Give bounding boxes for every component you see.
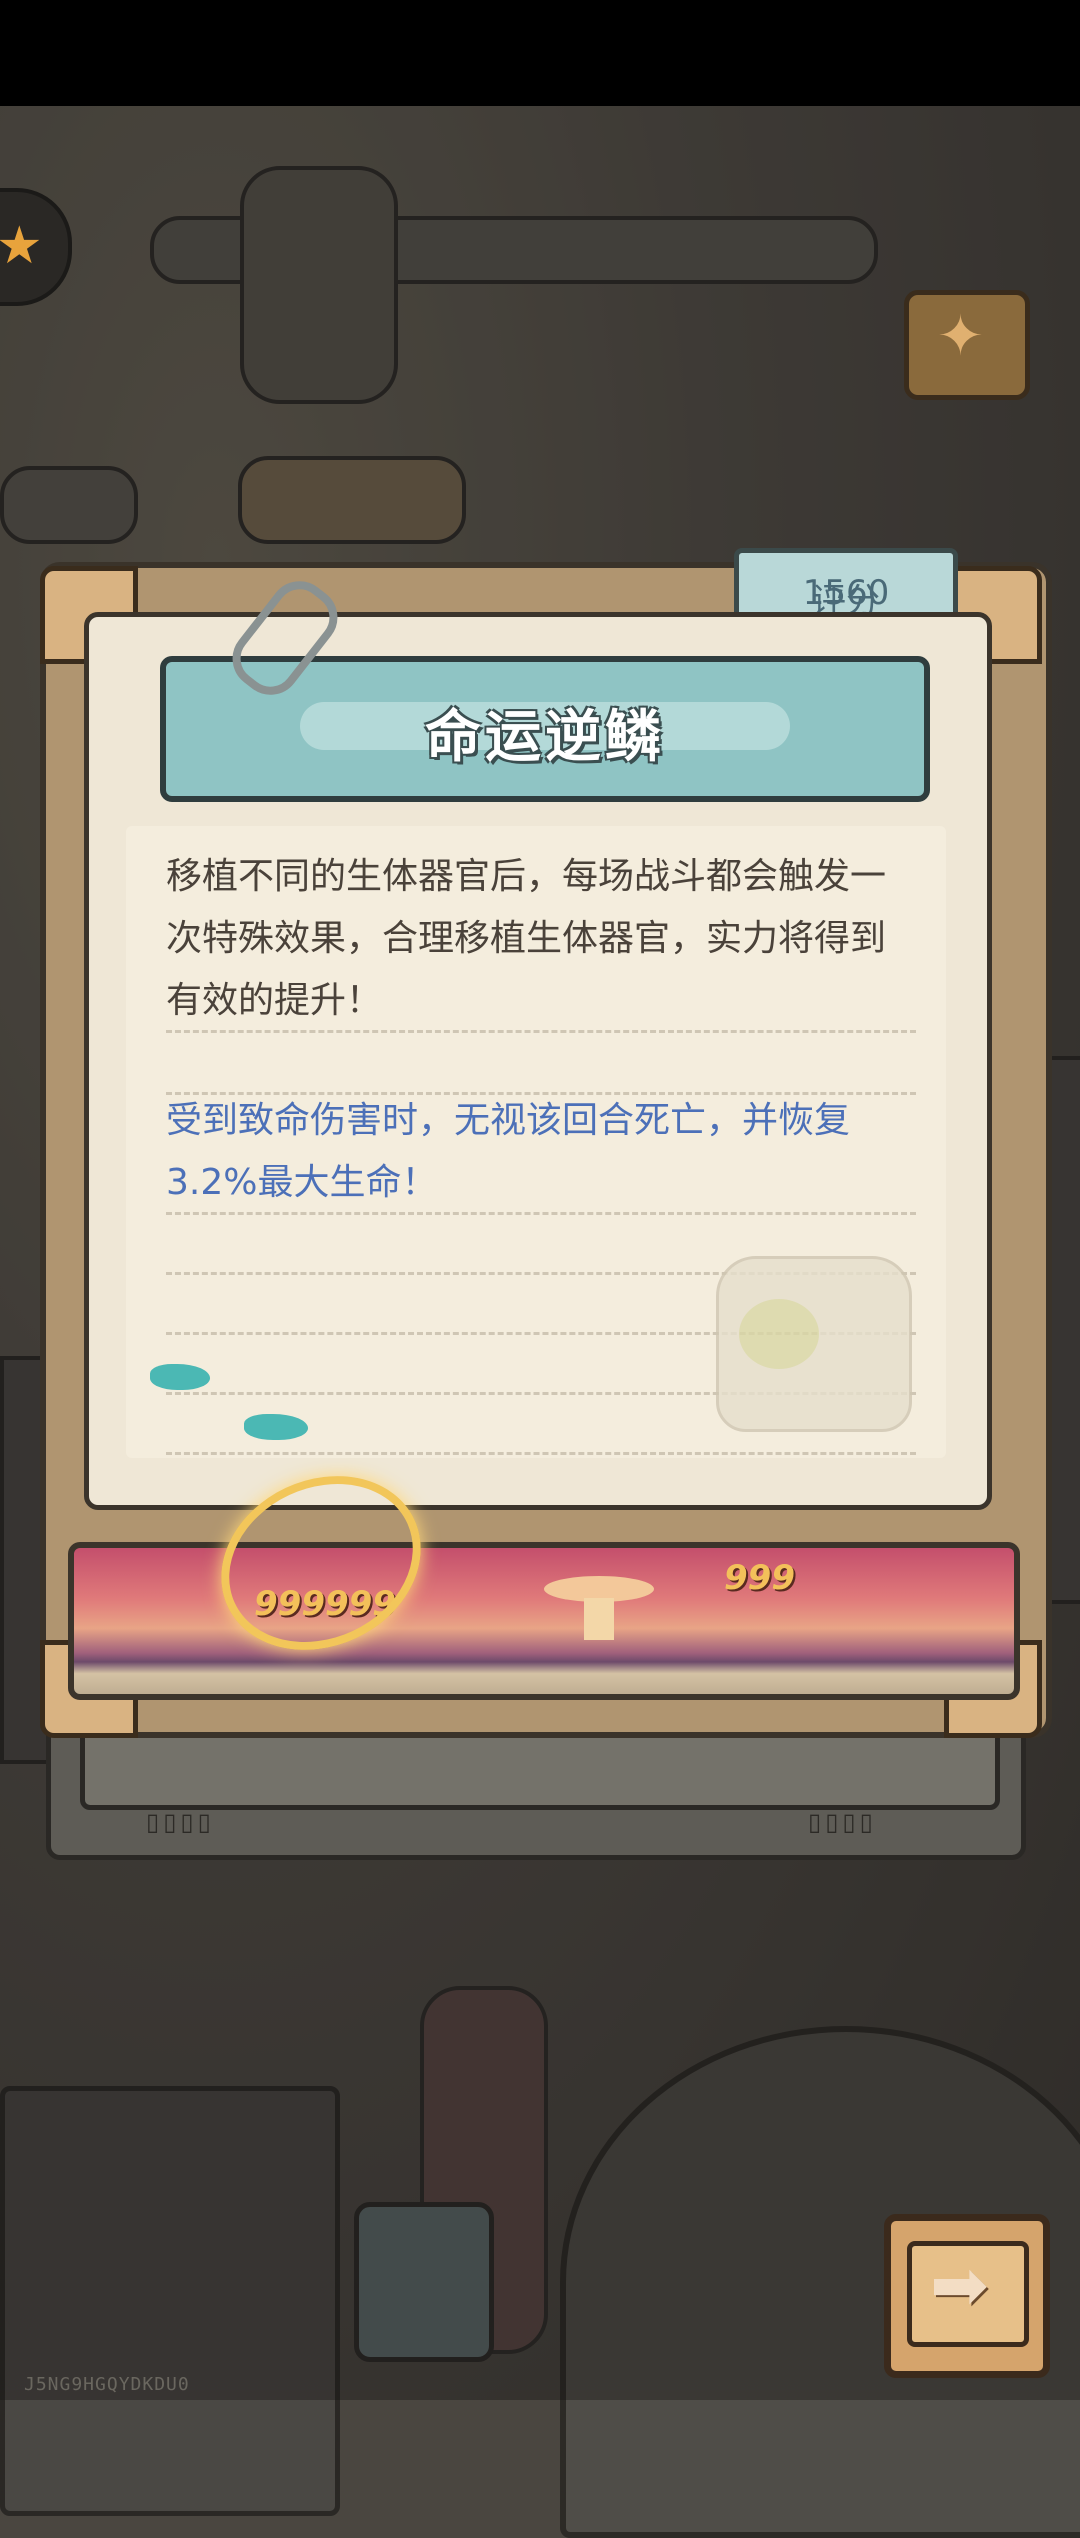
- battle-preview-banner: 999999 999: [68, 1542, 1020, 1700]
- next-button[interactable]: ➡: [884, 2214, 1050, 2378]
- explosion-stem: [584, 1598, 614, 1640]
- party-button[interactable]: ✦: [904, 290, 1030, 400]
- description-line: 次特殊效果，合理移植生体器官，实力将得到: [166, 918, 887, 959]
- effect-line: 受到致命伤害时，无视该回合死亡，并恢复: [166, 1100, 851, 1141]
- card-effect: 受到致命伤害时，无视该回合死亡，并恢复 3.2%最大生命！: [166, 1090, 926, 1214]
- organ-blob: [739, 1299, 819, 1369]
- card-slot-indicator: ▯▯▯▯: [808, 1808, 877, 1836]
- organ-jar-icon: [716, 1256, 912, 1432]
- arrow-right-icon: ➡: [930, 2244, 989, 2326]
- ruled-line: [166, 1452, 916, 1455]
- damage-number-right: 999: [724, 1558, 795, 1598]
- effect-line: 3.2%最大生命！: [166, 1162, 438, 1203]
- party-popper-icon: ✦: [937, 304, 984, 369]
- card-slot-indicator: ▯▯▯▯: [146, 1808, 215, 1836]
- star-icon: ★: [0, 216, 43, 276]
- slime-splat: [244, 1414, 308, 1440]
- slime-splat: [150, 1364, 210, 1390]
- score-value: 1560: [802, 573, 890, 613]
- card-title: 命运逆鳞: [425, 705, 665, 770]
- score-tab: 评分 1560: [734, 548, 958, 622]
- next-button-face: ➡: [907, 2241, 1029, 2347]
- description-line: 有效的提升！: [166, 980, 383, 1021]
- description-line: 移植不同的生体器官后，每场战斗都会触发一: [166, 856, 887, 897]
- status-bar: [0, 0, 1080, 106]
- watermark: J5NG9HGQYDKDU0: [24, 2374, 190, 2395]
- card-description: 移植不同的生体器官后，每场战斗都会触发一 次特殊效果，合理移植生体器官，实力将得…: [166, 846, 926, 1032]
